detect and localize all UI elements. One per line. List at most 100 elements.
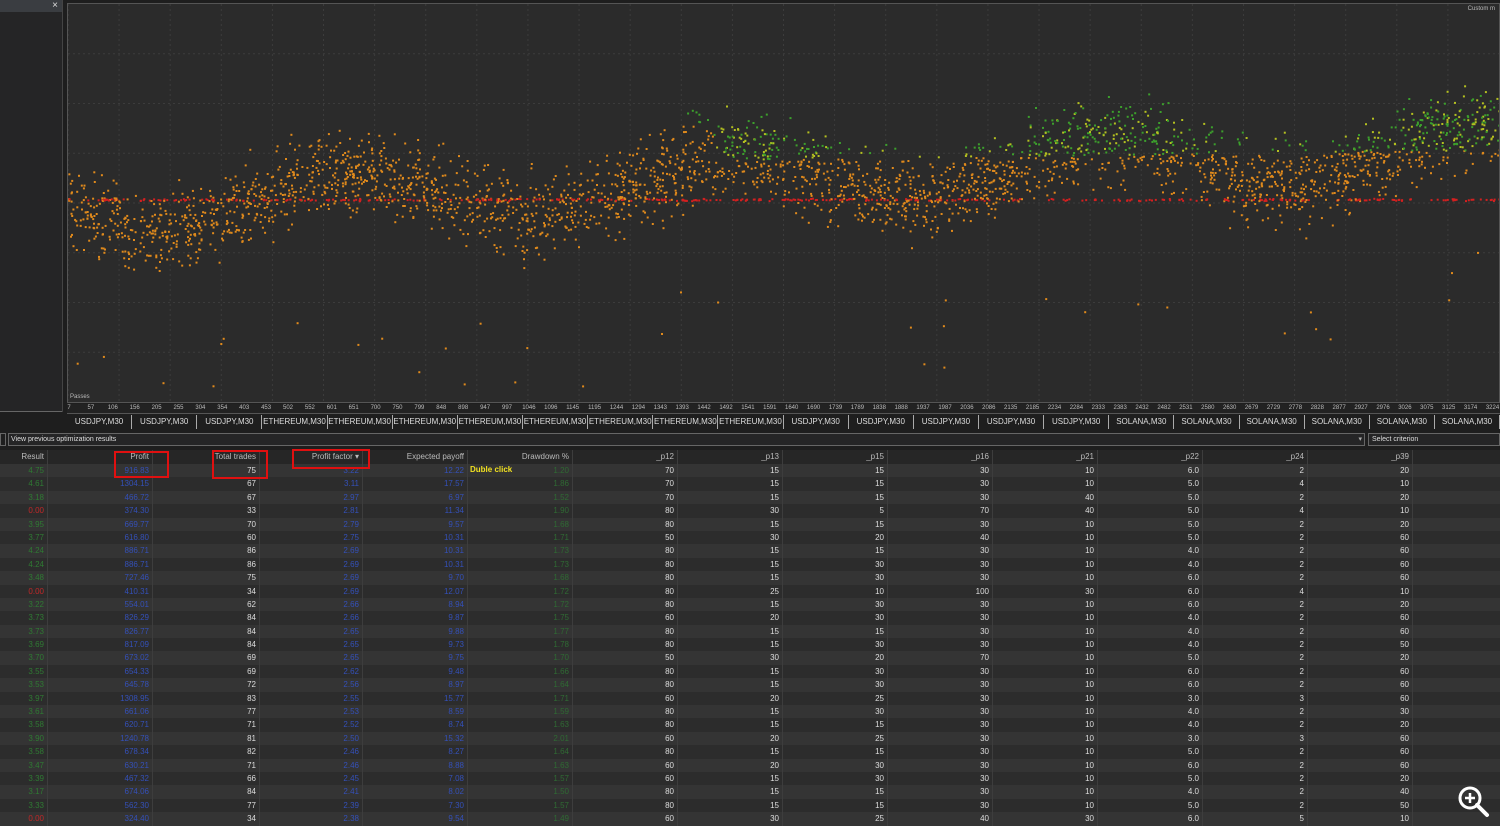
pass-point xyxy=(418,158,421,161)
table-row[interactable]: 3.22 554.01 62 2.66 8.94 1.72 80 15 30 30 10 6.0 2 20 xyxy=(0,597,1500,612)
table-cell: 86 xyxy=(155,544,260,558)
pass-point xyxy=(249,148,252,151)
table-cell: 886.71 xyxy=(50,544,153,558)
pass-point xyxy=(949,168,951,170)
pass-point xyxy=(546,233,549,236)
pass-point xyxy=(816,204,819,207)
pass-point xyxy=(1401,159,1404,162)
table-row[interactable]: 3.58 620.71 71 2.52 8.74 1.63 80 15 15 30 10 4.0 2 20 xyxy=(0,718,1500,732)
pass-point xyxy=(909,183,912,186)
pass-point xyxy=(902,202,905,205)
pass-point xyxy=(1083,135,1086,138)
pass-point xyxy=(538,193,541,196)
table-row[interactable]: 0.00 410.31 34 2.69 12.07 1.72 80 25 10 100 30 6.0 4… xyxy=(0,584,1500,598)
table-row[interactable]: 3.90 1240.78 81 2.50 15.32 2.01 60 20 25 30 10 3.0 3… xyxy=(0,731,1500,746)
column-header[interactable]: _p39 xyxy=(1310,450,1413,464)
pass-point xyxy=(1467,199,1470,202)
pass-point xyxy=(803,142,806,145)
pass-point xyxy=(723,172,726,175)
table-cell: 374.30 xyxy=(50,504,153,518)
table-row[interactable]: 4.24 886.71 86 2.69 10.31 1.73 80 15 30 30 10 4.0 2 6… xyxy=(0,557,1500,572)
pass-point xyxy=(1001,180,1004,183)
table-row[interactable]: 3.55 654.33 69 2.62 9.48 1.66 80 15 30 30 10 6.0 2 60 xyxy=(0,664,1500,679)
pass-point xyxy=(901,214,903,217)
pass-point xyxy=(1119,156,1122,159)
pass-point xyxy=(879,194,882,197)
collapse-button[interactable] xyxy=(0,433,6,446)
table-row[interactable]: 4.61 1304.15 67 3.11 17.57 1.86 70 15 15 30 10 5.0 4… xyxy=(0,477,1500,491)
table-row[interactable]: 3.17 674.06 84 2.41 8.02 1.50 80 15 15 30 10 4.0 2 40 xyxy=(0,785,1500,799)
table-row[interactable]: 0.00 374.30 33 2.81 11.34 1.90 80 30 5 70 40 5.0 4 10 xyxy=(0,504,1500,518)
pass-point xyxy=(292,174,295,177)
pass-point xyxy=(198,232,201,235)
table-row[interactable]: 3.69 817.09 84 2.65 9.73 1.78 80 15 30 30 10 4.0 2 50 xyxy=(0,638,1500,652)
column-header[interactable]: _p21 xyxy=(995,450,1098,464)
pass-point xyxy=(801,185,804,188)
table-row[interactable]: 3.39 467.32 66 2.45 7.08 1.57 60 15 30 30 10 5.0 2 20 xyxy=(0,771,1500,786)
pass-point xyxy=(1158,154,1161,156)
column-header[interactable]: _p16 xyxy=(890,450,993,464)
pass-point xyxy=(1418,136,1421,138)
pass-point xyxy=(892,202,895,205)
pass-point xyxy=(1047,139,1050,142)
pass-point xyxy=(246,192,249,195)
pass-point xyxy=(811,156,814,159)
pass-point xyxy=(682,148,685,151)
pass-point xyxy=(1141,131,1144,134)
table-row[interactable]: 3.70 673.02 69 2.65 9.75 1.70 50 30 20 70 10 5.0 2 20 xyxy=(0,651,1500,665)
pass-point xyxy=(975,157,978,159)
pass-point xyxy=(82,218,85,221)
table-row[interactable]: 3.73 826.77 84 2.65 9.88 1.77 80 15 15 30 10 4.0 2 60 xyxy=(0,624,1500,639)
table-cell: 60 xyxy=(1310,571,1413,585)
table-row[interactable]: 4.24 886.71 86 2.69 10.31 1.73 80 15 15 30 10 4.0 2 6… xyxy=(0,544,1500,558)
table-row[interactable]: 3.97 1308.95 83 2.55 15.77 1.71 60 20 25 30 10 3.0 3… xyxy=(0,691,1500,706)
close-icon[interactable]: × xyxy=(52,0,58,12)
view-results-dropdown[interactable]: View previous optimization results ▾ xyxy=(8,433,1365,446)
pass-point xyxy=(1073,152,1076,154)
table-row[interactable]: 3.95 669.77 70 2.79 9.57 1.68 80 15 15 30 10 5.0 2 20 xyxy=(0,517,1500,531)
optimization-scatter-chart[interactable]: Custom m Passes xyxy=(67,3,1500,403)
table-row[interactable]: 3.73 826.29 84 2.66 9.87 1.75 60 20 30 30 10 4.0 2 60 xyxy=(0,611,1500,625)
column-header[interactable]: Drawdown % xyxy=(470,450,573,464)
column-header[interactable]: _p15 xyxy=(785,450,888,464)
column-header[interactable]: Result xyxy=(0,450,48,464)
pass-point xyxy=(565,226,568,229)
table-row[interactable]: 3.53 645.78 72 2.56 8.97 1.64 80 15 30 30 10 6.0 2 60 xyxy=(0,678,1500,692)
table-row[interactable]: 3.77 616.80 60 2.75 10.31 1.71 50 30 20 40 10 5.0 2 6… xyxy=(0,530,1500,545)
table-cell: 1.52 xyxy=(470,490,573,505)
pass-point xyxy=(1338,144,1341,147)
pass-point xyxy=(212,226,215,229)
pass-point xyxy=(876,167,879,170)
pass-point xyxy=(600,192,603,195)
table-row[interactable]: 3.18 466.72 67 2.97 6.97 1.52 70 15 15 30 40 5.0 2 20 xyxy=(0,490,1500,505)
table-cell: 8.97 xyxy=(365,678,468,692)
table-row[interactable]: 3.47 630.21 71 2.46 8.88 1.63 60 20 30 30 10 6.0 2 60 xyxy=(0,758,1500,772)
table-row[interactable]: 3.61 661.06 77 2.53 8.59 1.59 80 15 30 30 10 4.0 2 30 xyxy=(0,705,1500,719)
pass-point xyxy=(779,163,782,166)
column-header[interactable]: Expected payoff xyxy=(365,450,468,464)
pass-point xyxy=(438,205,441,208)
table-row[interactable]: 0.00 324.40 34 2.38 9.54 1.49 60 30 25 40 30 6.0 5 10 xyxy=(0,812,1500,826)
pass-point xyxy=(567,173,570,176)
table-row[interactable]: 3.33 562.30 77 2.39 7.30 1.57 80 15 15 30 10 5.0 2 50 xyxy=(0,798,1500,813)
table-row[interactable]: 3.58 678.34 82 2.46 8.27 1.64 80 15 15 30 10 5.0 2 60 xyxy=(0,745,1500,759)
table-cell: 67 xyxy=(155,477,260,491)
pass-point xyxy=(779,165,782,168)
pass-point xyxy=(189,237,191,240)
pass-point xyxy=(659,133,662,136)
column-header[interactable]: _p12 xyxy=(575,450,678,464)
pass-point xyxy=(93,171,96,174)
table-row[interactable]: 3.48 727.46 75 2.69 9.70 1.68 80 15 30 30 10 6.0 2 60 xyxy=(0,571,1500,585)
column-header[interactable]: _p13 xyxy=(680,450,783,464)
select-criterion-dropdown[interactable]: Select criterion xyxy=(1368,433,1500,446)
pass-point xyxy=(82,187,85,190)
pass-point xyxy=(1049,141,1052,144)
column-header[interactable]: _p24 xyxy=(1205,450,1308,464)
pass-point xyxy=(652,166,655,169)
pass-point xyxy=(79,219,82,222)
pass-point xyxy=(1464,85,1467,88)
column-header[interactable]: _p22 xyxy=(1100,450,1203,464)
zoom-in-icon[interactable] xyxy=(1456,784,1490,818)
pass-point xyxy=(1192,155,1195,157)
pass-point xyxy=(1033,141,1036,144)
